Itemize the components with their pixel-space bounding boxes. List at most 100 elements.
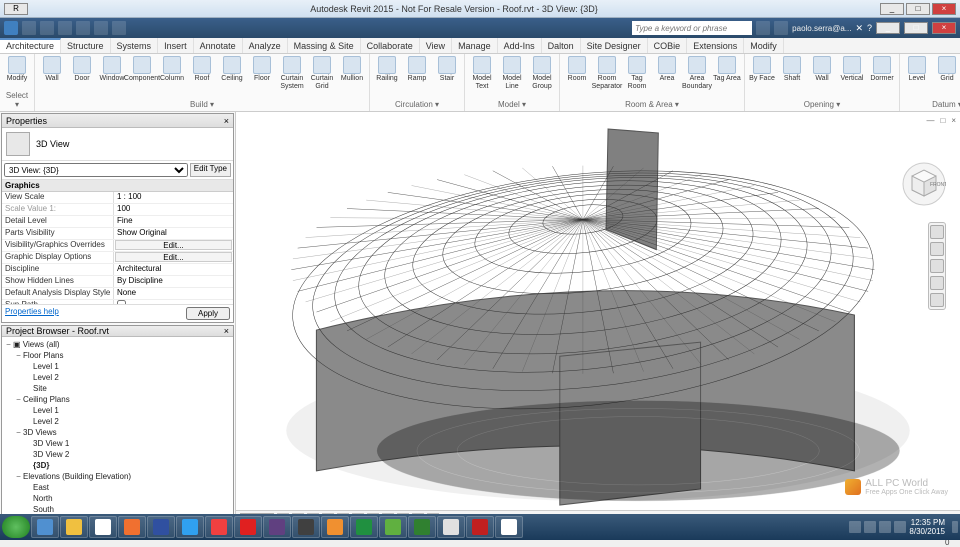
props-value[interactable]: Show Original — [114, 228, 233, 239]
open-icon[interactable] — [22, 21, 36, 35]
start-button[interactable] — [2, 516, 30, 538]
props-category[interactable]: Graphics — [2, 180, 233, 192]
tree-twisty-icon[interactable]: − — [4, 339, 13, 350]
subscription-icon[interactable] — [756, 21, 770, 35]
measure-icon[interactable] — [112, 21, 126, 35]
tree-node[interactable]: −3D Views — [4, 427, 231, 438]
tool-shaft[interactable]: Shaft — [778, 56, 806, 83]
tree-node[interactable]: −Ceiling Plans — [4, 394, 231, 405]
tree-node[interactable]: {3D} — [4, 460, 231, 471]
tree-twisty-icon[interactable]: − — [14, 350, 23, 361]
taskbar-app-12[interactable] — [379, 516, 407, 538]
tool-modify[interactable]: Modify — [3, 56, 31, 83]
print-icon[interactable] — [94, 21, 108, 35]
app-menu-icon[interactable]: R — [4, 3, 28, 15]
props-row[interactable]: Scale Value 1:100 — [2, 204, 233, 216]
tool-railing[interactable]: Railing — [373, 56, 401, 83]
props-value[interactable]: Fine — [114, 216, 233, 227]
group-label[interactable]: Model ▾ — [468, 99, 556, 109]
undo-icon[interactable] — [58, 21, 72, 35]
tool-room[interactable]: Room — [563, 56, 591, 83]
tool-column[interactable]: Column — [158, 56, 186, 83]
search-input[interactable] — [632, 21, 752, 35]
tool-curtain-grid[interactable]: Curtain Grid — [308, 56, 336, 91]
tree-node[interactable]: −▣ Views (all) — [4, 339, 231, 350]
tool-door[interactable]: Door — [68, 56, 96, 83]
tool-room-separator[interactable]: Room Separator — [593, 56, 621, 91]
props-value[interactable]: Architectural — [114, 264, 233, 275]
taskbar-app-16[interactable] — [495, 516, 523, 538]
full-nav-wheel-icon[interactable] — [930, 225, 944, 239]
properties-type-selector[interactable]: 3D View — [2, 128, 233, 161]
props-value[interactable]: By Discipline — [114, 276, 233, 287]
taskbar-app-2[interactable] — [89, 516, 117, 538]
taskbar-app-0[interactable] — [31, 516, 59, 538]
tray-network-icon[interactable] — [879, 521, 891, 533]
props-value[interactable]: None — [114, 288, 233, 299]
taskbar-app-11[interactable] — [350, 516, 378, 538]
tab-systems[interactable]: Systems — [111, 38, 159, 53]
tray-volume-icon[interactable] — [894, 521, 906, 533]
tree-node[interactable]: −Elevations (Building Elevation) — [4, 471, 231, 482]
tab-massing-site[interactable]: Massing & Site — [288, 38, 361, 53]
orbit-icon[interactable] — [930, 276, 944, 290]
edit-type-button[interactable]: Edit Type — [190, 163, 231, 177]
tool-by-face[interactable]: By Face — [748, 56, 776, 83]
tool-ramp[interactable]: Ramp — [403, 56, 431, 83]
tree-node[interactable]: East — [4, 482, 231, 493]
tool-vertical[interactable]: Vertical — [838, 56, 866, 83]
signin-icon[interactable] — [774, 21, 788, 35]
show-desktop-button[interactable] — [952, 521, 958, 533]
view-min-icon[interactable]: — — [926, 116, 934, 125]
instance-filter-select[interactable]: 3D View: {3D} — [4, 163, 188, 177]
taskbar-app-8[interactable] — [263, 516, 291, 538]
inner-restore-button[interactable]: □ — [904, 22, 928, 34]
tool-curtain-system[interactable]: Curtain System — [278, 56, 306, 91]
props-row[interactable]: Detail LevelFine — [2, 216, 233, 228]
tree-node[interactable]: Site — [4, 383, 231, 394]
taskbar-app-6[interactable] — [205, 516, 233, 538]
model-canvas[interactable] — [236, 112, 960, 526]
tab-view[interactable]: View — [420, 38, 452, 53]
tab-annotate[interactable]: Annotate — [194, 38, 243, 53]
tool-wall[interactable]: Wall — [808, 56, 836, 83]
tool-stair[interactable]: Stair — [433, 56, 461, 83]
props-row[interactable]: Graphic Display OptionsEdit... — [2, 252, 233, 264]
props-value[interactable]: 100 — [114, 204, 233, 215]
tab-collaborate[interactable]: Collaborate — [361, 38, 420, 53]
viewport-3d[interactable]: — □ × — [236, 112, 960, 526]
close-button[interactable]: × — [932, 3, 956, 15]
properties-close-icon[interactable]: × — [224, 116, 229, 126]
props-row[interactable]: Parts VisibilityShow Original — [2, 228, 233, 240]
tree-node[interactable]: 3D View 1 — [4, 438, 231, 449]
props-row[interactable]: Show Hidden LinesBy Discipline — [2, 276, 233, 288]
tab-extensions[interactable]: Extensions — [687, 38, 744, 53]
view-cube[interactable]: FRONT — [902, 162, 946, 206]
inner-minimize-button[interactable]: _ — [876, 22, 900, 34]
props-row[interactable]: Visibility/Graphics OverridesEdit... — [2, 240, 233, 252]
group-label[interactable]: Circulation ▾ — [373, 99, 461, 109]
taskbar-app-13[interactable] — [408, 516, 436, 538]
group-label[interactable]: Build ▾ — [38, 99, 366, 109]
tool-floor[interactable]: Floor — [248, 56, 276, 83]
taskbar-app-9[interactable] — [292, 516, 320, 538]
tool-window[interactable]: Window — [98, 56, 126, 83]
group-label[interactable]: Datum ▾ — [903, 99, 960, 109]
group-label[interactable]: Opening ▾ — [748, 99, 896, 109]
view-max-icon[interactable]: □ — [940, 116, 945, 125]
tab-insert[interactable]: Insert — [158, 38, 194, 53]
tool-area-boundary[interactable]: Area Boundary — [683, 56, 711, 91]
tab-analyze[interactable]: Analyze — [243, 38, 288, 53]
properties-grid[interactable]: GraphicsView Scale1 : 100Scale Value 1:1… — [2, 180, 233, 304]
tool-dormer[interactable]: Dormer — [868, 56, 896, 83]
taskbar-clock[interactable]: 12:35 PM8/30/2015 — [909, 518, 949, 536]
tree-node[interactable]: Level 2 — [4, 372, 231, 383]
taskbar-app-3[interactable] — [118, 516, 146, 538]
revit-app-icon[interactable] — [4, 21, 18, 35]
tool-grid[interactable]: Grid — [933, 56, 960, 83]
taskbar-app-5[interactable] — [176, 516, 204, 538]
view-close-icon[interactable]: × — [951, 116, 956, 125]
tool-model-group[interactable]: Model Group — [528, 56, 556, 91]
project-browser-close-icon[interactable]: × — [224, 326, 229, 336]
tree-node[interactable]: Level 1 — [4, 405, 231, 416]
